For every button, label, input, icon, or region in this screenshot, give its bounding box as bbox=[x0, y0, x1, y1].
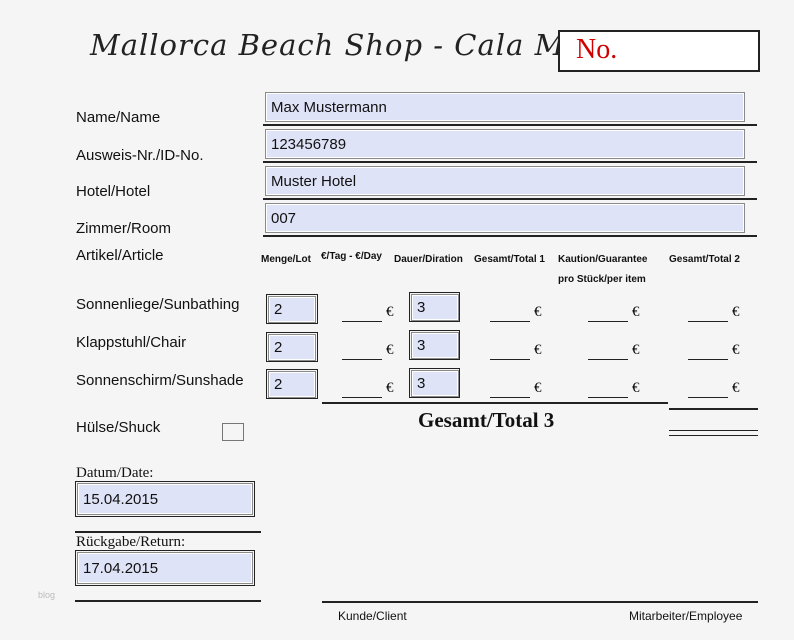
per-day-blank[interactable] bbox=[342, 359, 382, 360]
date-rule bbox=[75, 531, 261, 533]
currency-symbol: € bbox=[386, 342, 394, 358]
col-total2: Gesamt/Total 2 bbox=[669, 254, 740, 265]
total2-blank[interactable] bbox=[688, 359, 728, 360]
name-field[interactable]: Max Mustermann bbox=[265, 92, 745, 122]
id-label: Ausweis-Nr./ID-No. bbox=[76, 147, 204, 164]
watermark: blog bbox=[38, 590, 56, 600]
shuck-checkbox[interactable] bbox=[222, 423, 244, 441]
deposit-blank[interactable] bbox=[588, 359, 628, 360]
id-field[interactable]: 123456789 bbox=[265, 129, 745, 159]
name-underline bbox=[263, 124, 757, 126]
currency-symbol: € bbox=[632, 304, 640, 320]
total3-double-rule-2 bbox=[669, 435, 758, 436]
total1-blank[interactable] bbox=[490, 397, 530, 398]
total3-double-rule-1 bbox=[669, 430, 758, 431]
currency-symbol: € bbox=[632, 342, 640, 358]
deposit-blank[interactable] bbox=[588, 321, 628, 322]
total2-blank[interactable] bbox=[688, 397, 728, 398]
total2-blank[interactable] bbox=[688, 321, 728, 322]
qty-field-chair[interactable]: 2 bbox=[268, 334, 316, 361]
col-deposit-sub: pro Stück/per item bbox=[558, 274, 646, 285]
row-label-sunshade: Sonnenschirm/Sunshade bbox=[76, 372, 244, 389]
id-underline bbox=[263, 161, 757, 163]
signature-rule bbox=[322, 601, 758, 603]
col-duration: Dauer/Diration bbox=[394, 254, 463, 265]
room-label: Zimmer/Room bbox=[76, 220, 172, 237]
date-field[interactable]: 15.04.2015 bbox=[77, 483, 253, 515]
hotel-underline bbox=[263, 198, 757, 200]
currency-symbol: € bbox=[534, 304, 542, 320]
return-field[interactable]: 17.04.2015 bbox=[77, 552, 253, 584]
employee-signature-label: Mitarbeiter/Employee bbox=[629, 609, 743, 623]
currency-symbol: € bbox=[534, 380, 542, 396]
per-day-blank[interactable] bbox=[342, 321, 382, 322]
duration-field-sunbathing[interactable]: 3 bbox=[411, 294, 459, 321]
room-underline bbox=[263, 235, 757, 237]
article-heading: Artikel/Article bbox=[76, 247, 164, 264]
room-field[interactable]: 007 bbox=[265, 203, 745, 233]
duration-field-chair[interactable]: 3 bbox=[411, 332, 459, 359]
return-rule bbox=[75, 600, 261, 602]
col-qty: Menge/Lot bbox=[261, 254, 311, 265]
col-deposit: Kaution/Guarantee bbox=[558, 254, 648, 265]
currency-symbol: € bbox=[732, 380, 740, 396]
hotel-field[interactable]: Muster Hotel bbox=[265, 166, 745, 196]
date-label: Datum/Date: bbox=[76, 465, 154, 481]
receipt-number-label: No. bbox=[576, 34, 618, 65]
currency-symbol: € bbox=[732, 304, 740, 320]
col-total1: Gesamt/Total 1 bbox=[474, 254, 545, 265]
name-label: Name/Name bbox=[76, 109, 161, 126]
qty-field-sunbathing[interactable]: 2 bbox=[268, 296, 316, 323]
hotel-label: Hotel/Hotel bbox=[76, 183, 151, 200]
per-day-blank[interactable] bbox=[342, 397, 382, 398]
shop-title: Mallorca Beach Shop - Cala Millor bbox=[90, 28, 630, 62]
table-bottom-rule bbox=[322, 402, 668, 404]
row-label-chair: Klappstuhl/Chair bbox=[76, 334, 187, 351]
total3-top-rule bbox=[669, 408, 758, 410]
currency-symbol: € bbox=[386, 380, 394, 396]
total3-label: Gesamt/Total 3 bbox=[418, 408, 555, 432]
total1-blank[interactable] bbox=[490, 321, 530, 322]
duration-field-sunshade[interactable]: 3 bbox=[411, 370, 459, 397]
shuck-label: Hülse/Shuck bbox=[76, 419, 161, 436]
client-signature-label: Kunde/Client bbox=[338, 609, 407, 623]
currency-symbol: € bbox=[632, 380, 640, 396]
return-label: Rückgabe/Return: bbox=[76, 534, 186, 550]
currency-symbol: € bbox=[386, 304, 394, 320]
row-label-sunbathing: Sonnenliege/Sunbathing bbox=[76, 296, 240, 313]
deposit-blank[interactable] bbox=[588, 397, 628, 398]
col-per-day: €/Tag - €/Day bbox=[321, 251, 382, 262]
qty-field-sunshade[interactable]: 2 bbox=[268, 371, 316, 398]
total1-blank[interactable] bbox=[490, 359, 530, 360]
currency-symbol: € bbox=[534, 342, 542, 358]
currency-symbol: € bbox=[732, 342, 740, 358]
